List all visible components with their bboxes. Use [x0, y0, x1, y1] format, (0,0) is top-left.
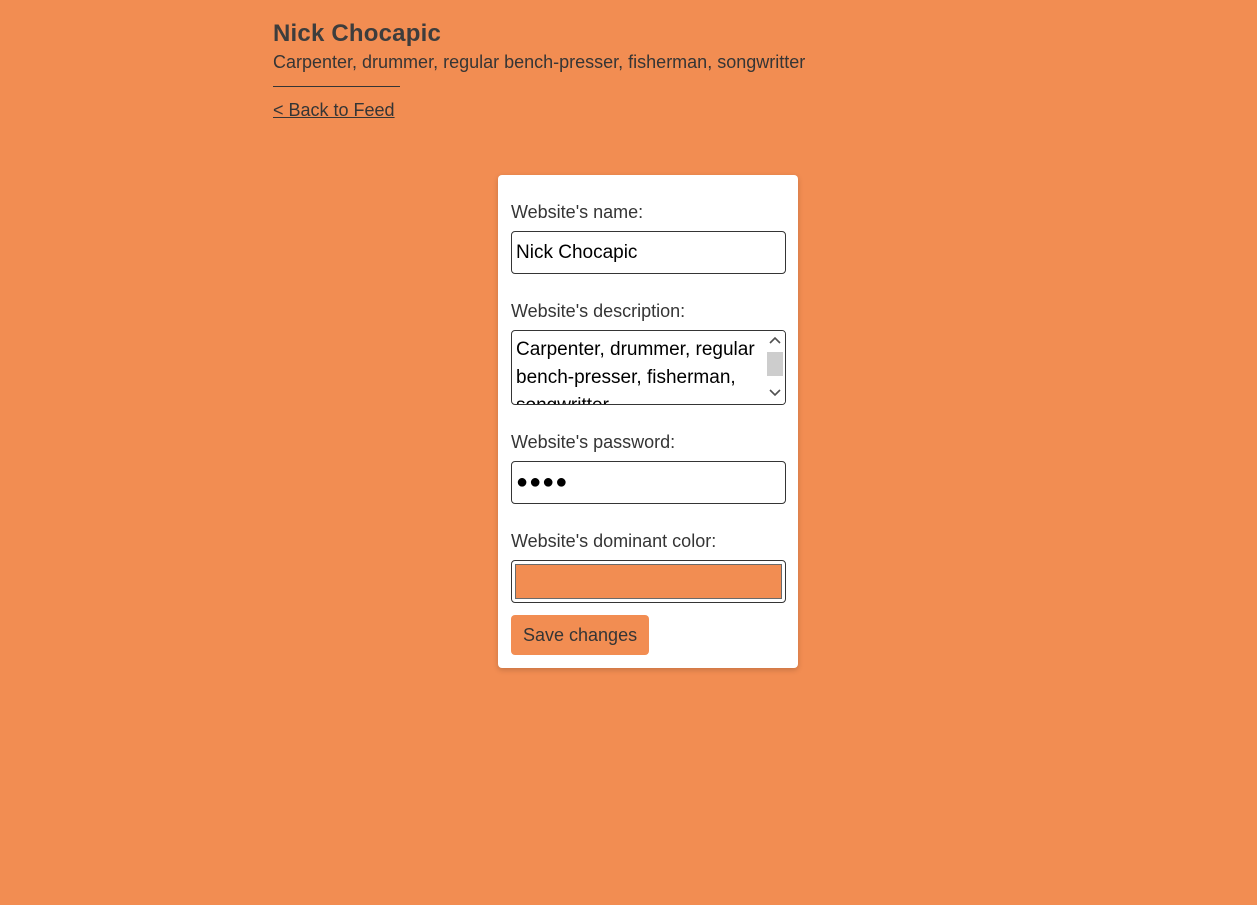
header-divider: [273, 86, 400, 87]
back-to-feed-link[interactable]: < Back to Feed: [273, 99, 395, 121]
site-title: Nick Chocapic: [273, 20, 441, 47]
name-label: Website's name:: [511, 202, 644, 222]
description-textarea[interactable]: Carpenter, drummer, regular bench-presse…: [511, 330, 786, 405]
name-input[interactable]: Nick Chocapic: [511, 231, 786, 274]
password-input[interactable]: ●●●●: [511, 461, 786, 504]
color-swatch: [515, 564, 782, 599]
description-text: Carpenter, drummer, regular bench-presse…: [516, 339, 755, 404]
color-picker[interactable]: [511, 560, 786, 603]
description-label: Website's description:: [511, 301, 686, 321]
site-header: Nick Chocapic Carpenter, drummer, regula…: [273, 18, 993, 121]
scroll-thumb[interactable]: [767, 352, 783, 376]
save-button[interactable]: Save changes: [511, 615, 650, 655]
password-label: Website's password:: [511, 432, 676, 452]
chevron-down-icon[interactable]: [765, 385, 785, 403]
password-mask: ●●●●: [516, 471, 569, 493]
chevron-up-icon[interactable]: [765, 332, 785, 350]
description-scrollbar[interactable]: [765, 331, 785, 404]
color-label: Website's dominant color:: [511, 531, 717, 551]
site-description: Carpenter, drummer, regular bench-presse…: [273, 52, 806, 72]
settings-form-card: Website's name: Nick Chocapic Website's …: [498, 175, 798, 668]
